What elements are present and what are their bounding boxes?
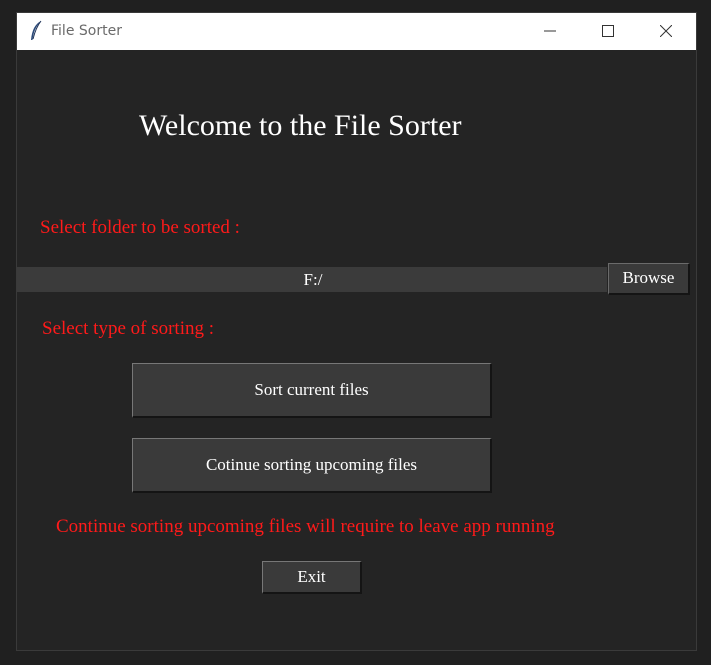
- window-title: File Sorter: [51, 23, 122, 39]
- running-note: Continue sorting upcoming files will req…: [56, 516, 555, 537]
- browse-button[interactable]: Browse: [608, 263, 690, 295]
- feather-icon: [29, 20, 43, 42]
- maximize-button[interactable]: [585, 13, 631, 50]
- close-icon: [660, 25, 672, 37]
- folder-label: Select folder to be sorted :: [40, 217, 240, 238]
- sort-type-label: Select type of sorting :: [42, 318, 215, 339]
- close-button[interactable]: [643, 13, 689, 50]
- minimize-button[interactable]: [527, 13, 573, 50]
- welcome-heading: Welcome to the File Sorter: [139, 109, 462, 142]
- minimize-icon: [544, 30, 556, 32]
- sort-current-files-button[interactable]: Sort current files: [132, 363, 492, 418]
- title-bar: File Sorter: [17, 13, 696, 50]
- sort-upcoming-files-button[interactable]: Cotinue sorting upcoming files: [132, 438, 492, 493]
- folder-path-field[interactable]: F:/: [17, 267, 607, 292]
- app-window: File Sorter Welcome to the File Sorter S…: [16, 12, 697, 651]
- exit-button[interactable]: Exit: [262, 561, 362, 594]
- maximize-icon: [602, 25, 614, 37]
